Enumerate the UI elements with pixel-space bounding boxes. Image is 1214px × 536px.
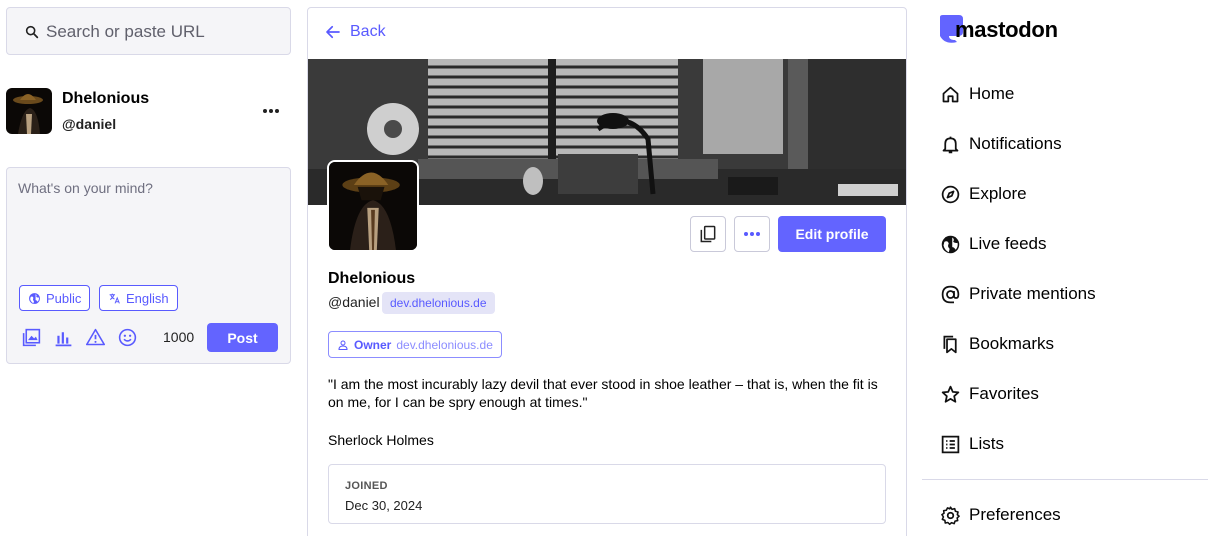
copy-icon xyxy=(700,225,716,243)
more-options-button[interactable] xyxy=(734,216,770,252)
profile-column: Back Edit profile Dhelonious @daniel dev… xyxy=(307,7,907,536)
compass-icon xyxy=(941,185,960,203)
translate-icon xyxy=(109,293,120,304)
nav-notifications[interactable]: Notifications xyxy=(940,129,1200,159)
at-icon xyxy=(941,285,960,303)
star-icon xyxy=(941,385,960,403)
profile-domain-badge[interactable]: dev.dhelonious.de xyxy=(382,292,495,314)
bio-author: Sherlock Holmes xyxy=(328,432,434,448)
nav-live-feeds[interactable]: Live feeds xyxy=(940,229,1200,259)
more-icon[interactable] xyxy=(261,101,281,121)
search-input[interactable] xyxy=(46,20,276,44)
globe-icon xyxy=(29,292,40,304)
compose-toolbar xyxy=(21,327,138,348)
arrow-left-icon xyxy=(326,25,340,39)
nav-explore[interactable]: Explore xyxy=(940,179,1200,209)
visibility-button[interactable]: Public xyxy=(19,285,91,311)
back-label: Back xyxy=(350,23,386,40)
nav-private-mentions-label: Private mentions xyxy=(969,284,1096,303)
person-icon xyxy=(338,340,348,350)
nav-preferences[interactable]: Preferences xyxy=(940,500,1200,530)
back-button[interactable]: Back xyxy=(324,23,386,41)
search-icon xyxy=(25,25,39,39)
emoji-icon[interactable] xyxy=(117,327,138,348)
profile-bio: "I am the most incurably lazy devil that… xyxy=(328,375,888,449)
nav-private-mentions[interactable]: Private mentions xyxy=(940,279,1200,309)
role-label: Owner xyxy=(354,337,392,352)
language-button[interactable]: English xyxy=(99,285,178,311)
nav-notifications-label: Notifications xyxy=(969,134,1062,153)
home-icon xyxy=(942,86,959,102)
bookmark-icon xyxy=(943,335,957,353)
nav-bookmarks-label: Bookmarks xyxy=(969,334,1055,353)
globe-icon xyxy=(941,235,960,253)
account-card: Dhelonious @daniel xyxy=(6,88,291,136)
nav-favorites[interactable]: Favorites xyxy=(940,379,1200,409)
nav-explore-label: Explore xyxy=(969,184,1027,203)
content-warning-icon[interactable] xyxy=(85,327,106,348)
display-name[interactable]: Dhelonious xyxy=(62,90,149,108)
more-icon xyxy=(744,232,760,236)
brand-name: mastodon xyxy=(955,17,1058,42)
search-box[interactable] xyxy=(6,7,291,55)
copy-link-button[interactable] xyxy=(690,216,726,252)
joined-label: JOINED xyxy=(345,480,388,492)
compose-form: Public English 1000 Post xyxy=(6,167,291,364)
edit-profile-button[interactable]: Edit profile xyxy=(778,216,886,252)
profile-handle[interactable]: @daniel xyxy=(328,294,380,310)
post-button[interactable]: Post xyxy=(207,323,278,352)
poll-icon[interactable] xyxy=(53,327,74,348)
joined-date: Dec 30, 2024 xyxy=(345,498,423,513)
nav-bookmarks[interactable]: Bookmarks xyxy=(940,329,1200,359)
mastodon-logo[interactable]: mastodon xyxy=(936,14,1058,46)
nav-home[interactable]: Home xyxy=(940,79,1200,109)
account-handle: @daniel xyxy=(62,116,117,132)
nav-favorites-label: Favorites xyxy=(969,384,1039,403)
profile-avatar[interactable] xyxy=(327,160,419,252)
avatar[interactable] xyxy=(6,88,52,134)
nav-lists-label: Lists xyxy=(969,434,1004,453)
role-domain: dev.dhelonious.de xyxy=(396,337,493,352)
nav-home-label: Home xyxy=(969,84,1015,103)
nav-divider xyxy=(922,479,1208,480)
joined-field: JOINED Dec 30, 2024 xyxy=(328,464,886,524)
visibility-label: Public xyxy=(46,290,82,306)
media-icon[interactable] xyxy=(21,327,42,348)
character-counter: 1000 xyxy=(163,329,195,345)
nav-preferences-label: Preferences xyxy=(969,505,1061,524)
profile-display-name: Dhelonious xyxy=(328,270,416,287)
bell-icon xyxy=(942,136,959,153)
list-icon xyxy=(941,435,960,453)
language-label: English xyxy=(126,290,169,306)
bio-quote: "I am the most incurably lazy devil that… xyxy=(328,376,878,410)
nav-live-feeds-label: Live feeds xyxy=(969,234,1047,253)
gear-icon xyxy=(941,505,960,525)
compose-textarea[interactable] xyxy=(18,180,280,270)
nav-lists[interactable]: Lists xyxy=(940,429,1200,459)
role-badge: Owner dev.dhelonious.de xyxy=(328,331,502,358)
